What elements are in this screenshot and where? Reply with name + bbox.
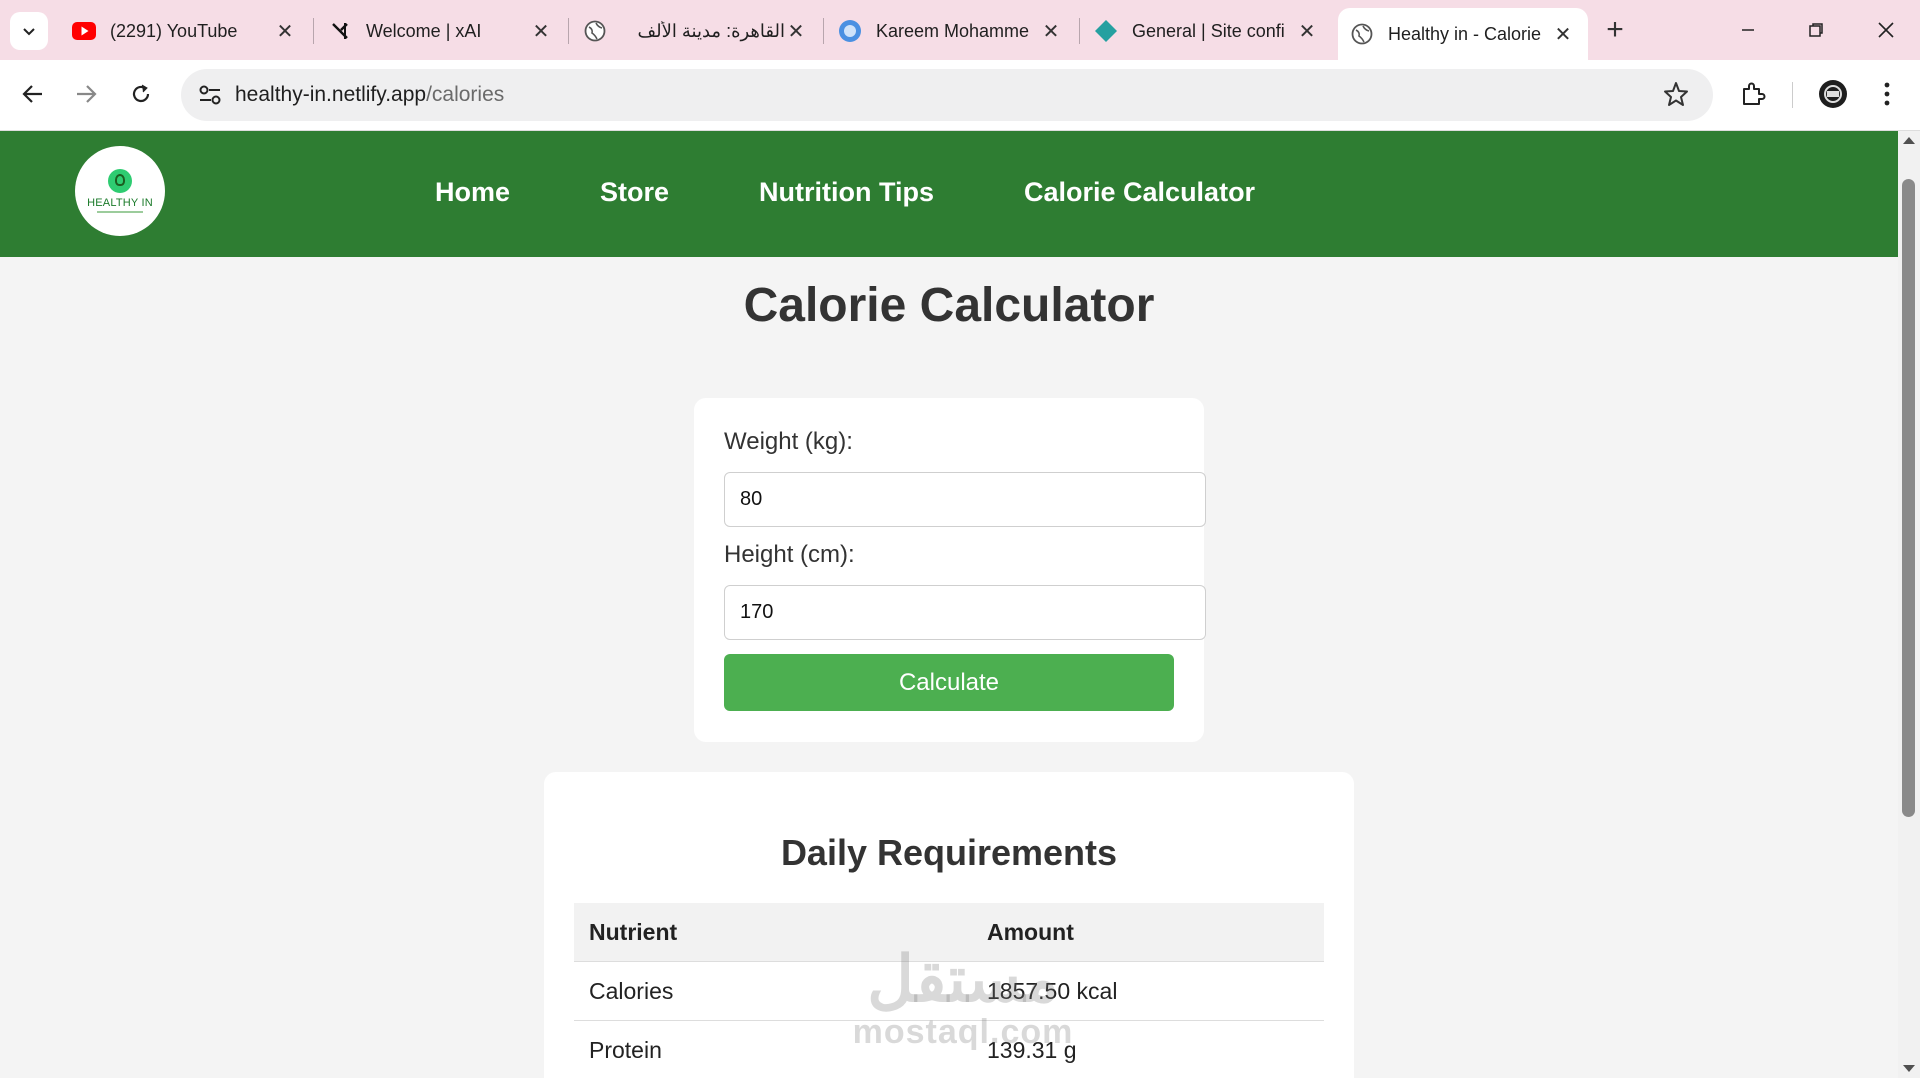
youtube-icon — [72, 19, 96, 43]
arrow-left-icon — [22, 85, 42, 103]
circle-icon — [838, 19, 862, 43]
height-label: Height (cm): — [724, 541, 855, 568]
tab-divider — [568, 18, 569, 44]
page-title: Calorie Calculator — [743, 279, 1155, 332]
chevron-down-icon — [23, 28, 35, 36]
nutrient-cell: Calories — [574, 961, 986, 1021]
amount-cell: 1857.50 kcal — [986, 961, 1324, 1021]
table-header-row: Nutrient Amount — [574, 903, 1324, 962]
web-page: HEALTHY IN Home Store Nutrition Tips Cal… — [0, 131, 1898, 1078]
close-window-button[interactable] — [1858, 10, 1914, 50]
tab-title: Kareem Mohamme — [876, 20, 1030, 41]
tab-title: القاهرة: مدينة الألف — [637, 20, 786, 41]
close-icon — [1878, 22, 1894, 38]
tab-search-button[interactable] — [10, 12, 48, 50]
forward-button[interactable] — [66, 74, 106, 114]
tab-title: Welcome | xAI — [366, 20, 482, 41]
browser-tab-netlify[interactable]: General | Site confi ✕ — [1082, 8, 1332, 54]
table-row: Protein 139.31 g — [574, 1020, 1324, 1078]
column-header-amount: Amount — [986, 903, 1324, 962]
address-bar[interactable]: healthy-in.netlify.app/calories — [181, 69, 1713, 121]
weight-label: Weight (kg): — [724, 428, 853, 455]
logo-text: HEALTHY IN — [87, 197, 153, 209]
scrollbar-thumb[interactable] — [1902, 179, 1915, 817]
close-icon[interactable]: ✕ — [1296, 19, 1318, 44]
url-path: /calories — [426, 83, 505, 106]
back-button[interactable] — [13, 74, 53, 114]
toolbar-divider — [1792, 82, 1793, 108]
tab-title: General | Site confi — [1132, 20, 1285, 41]
tab-divider — [1079, 18, 1080, 44]
nutrient-cell: Protein — [574, 1020, 986, 1078]
close-icon[interactable]: ✕ — [1552, 22, 1574, 47]
requirements-table: Nutrient Amount Calories 1857.50 kcal Pr… — [574, 903, 1324, 1078]
minimize-button[interactable] — [1720, 10, 1776, 50]
results-title: Daily Requirements — [780, 832, 1118, 873]
nav-link-nutrition-tips[interactable]: Nutrition Tips — [759, 177, 934, 208]
close-icon[interactable]: ✕ — [274, 19, 296, 44]
profile-button[interactable] — [1813, 74, 1853, 114]
column-header-nutrient: Nutrient — [574, 903, 986, 962]
restore-icon — [1809, 23, 1823, 37]
xai-icon — [328, 19, 352, 43]
browser-menu-button[interactable] — [1867, 74, 1907, 114]
weight-input[interactable] — [724, 472, 1206, 527]
browser-tab-cairo[interactable]: القاهرة: مدينة الألف ✕ — [571, 8, 821, 54]
nav-link-store[interactable]: Store — [600, 177, 669, 208]
site-logo[interactable]: HEALTHY IN — [75, 146, 165, 236]
profile-avatar-icon — [1819, 80, 1847, 108]
arrow-right-icon — [77, 85, 97, 103]
close-icon[interactable]: ✕ — [530, 19, 552, 44]
minimize-icon — [1742, 29, 1754, 31]
new-tab-button[interactable]: + — [1598, 14, 1632, 48]
tab-title: Healthy in - Calorie — [1388, 23, 1542, 44]
amount-cell: 139.31 g — [986, 1020, 1324, 1078]
extensions-button[interactable] — [1733, 74, 1773, 114]
netlify-icon — [1094, 19, 1118, 43]
bookmark-star-icon[interactable] — [1663, 81, 1689, 112]
daily-requirements-card: Daily Requirements Nutrient Amount Calor… — [544, 772, 1354, 1078]
reload-button[interactable] — [121, 74, 161, 114]
browser-tab-healthy-in[interactable]: Healthy in - Calorie ✕ — [1338, 8, 1588, 60]
puzzle-icon — [1743, 82, 1766, 105]
scroll-up-arrow-icon[interactable] — [1903, 137, 1915, 144]
nav-link-home[interactable]: Home — [435, 177, 510, 208]
nav-link-calorie-calculator[interactable]: Calorie Calculator — [1024, 177, 1255, 208]
logo-tagline-line — [97, 211, 143, 213]
browser-toolbar: healthy-in.netlify.app/calories — [0, 60, 1920, 131]
browser-tab-youtube[interactable]: (2291) YouTube ✕ — [60, 8, 310, 54]
page-scrollbar[interactable] — [1898, 131, 1920, 1078]
globe-icon — [1350, 22, 1374, 46]
height-input[interactable] — [724, 585, 1206, 640]
table-row: Calories 1857.50 kcal — [574, 961, 1324, 1021]
scroll-down-arrow-icon[interactable] — [1903, 1065, 1915, 1072]
close-icon[interactable]: ✕ — [785, 19, 807, 44]
globe-icon — [583, 19, 607, 43]
browser-tab-strip: (2291) YouTube ✕ Welcome | xAI ✕ القاهرة… — [0, 0, 1920, 60]
browser-tab-kareem[interactable]: Kareem Mohamme ✕ — [826, 8, 1076, 54]
site-header: HEALTHY IN Home Store Nutrition Tips Cal… — [0, 131, 1898, 257]
calculate-button[interactable]: Calculate — [724, 654, 1174, 711]
tab-title: (2291) YouTube — [110, 20, 238, 41]
browser-tab-xai[interactable]: Welcome | xAI ✕ — [316, 8, 566, 54]
more-vertical-icon — [1884, 82, 1890, 106]
url-text[interactable]: healthy-in.netlify.app/calories — [235, 83, 504, 107]
reload-icon — [132, 84, 150, 103]
url-host: healthy-in.netlify.app — [235, 83, 427, 106]
tab-divider — [313, 18, 314, 44]
restore-button[interactable] — [1788, 10, 1844, 50]
calculator-form-card: Weight (kg): Height (cm): Calculate — [694, 398, 1206, 742]
close-icon[interactable]: ✕ — [1040, 19, 1062, 44]
leaf-icon — [108, 169, 132, 193]
site-settings-icon[interactable] — [195, 81, 225, 109]
tab-divider — [823, 18, 824, 44]
